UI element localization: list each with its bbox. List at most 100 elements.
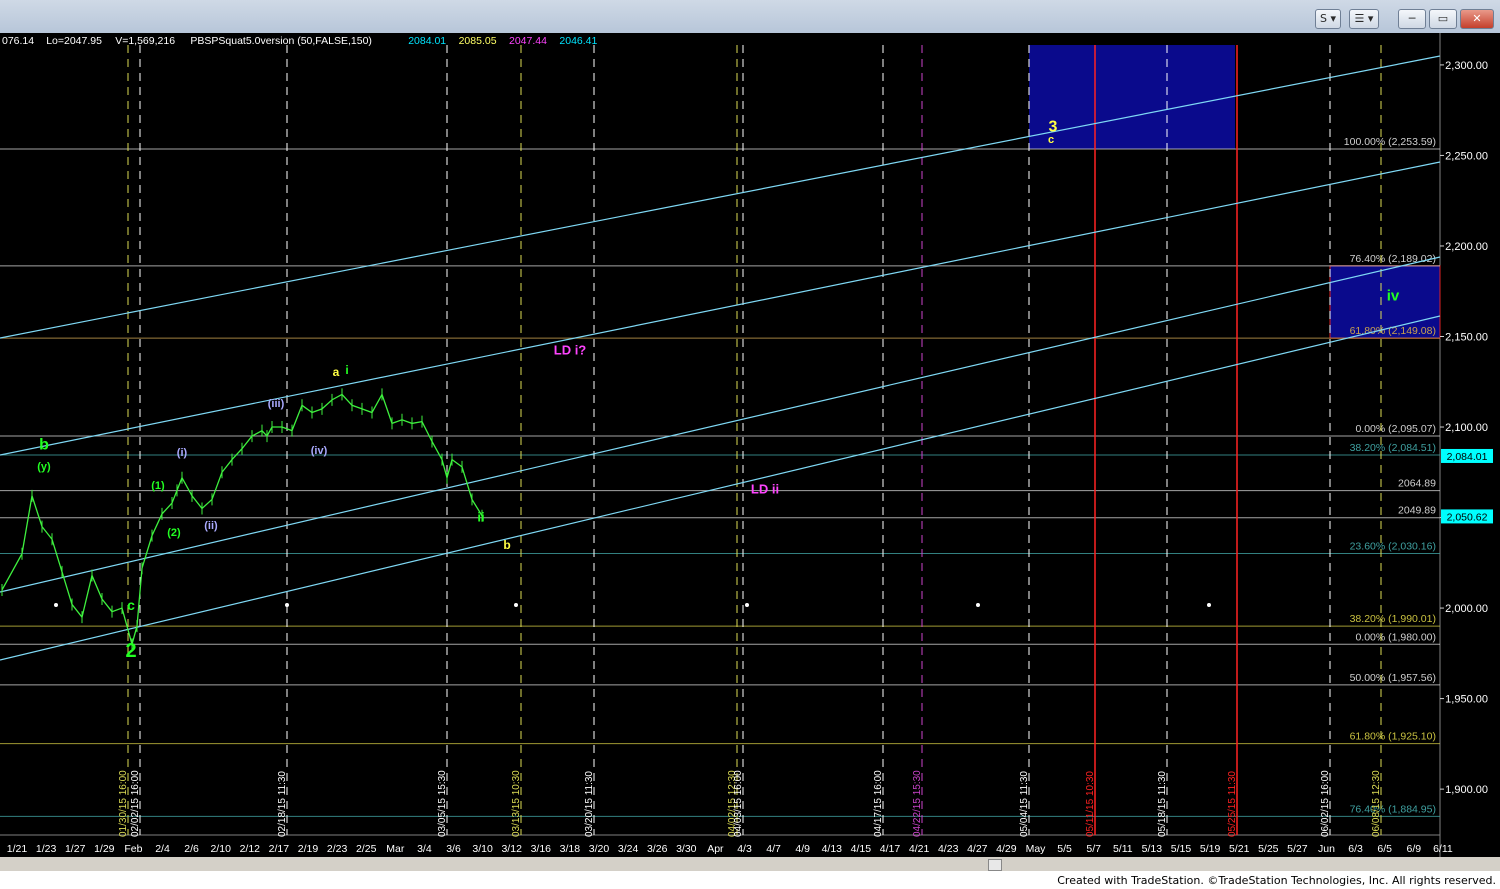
time-dot (514, 603, 518, 607)
x-tick-label: 2/10 (210, 843, 231, 855)
wave-label: LD ii (751, 482, 779, 497)
x-tick-label: 2/19 (298, 843, 319, 855)
x-tick-label: 5/7 (1086, 843, 1101, 855)
interval-button[interactable]: ☰ ▾ (1349, 9, 1379, 29)
x-tick-label: May (1026, 843, 1047, 855)
trend-channel-line (0, 55, 1441, 339)
x-tick-label: 6/11 (1433, 843, 1453, 855)
x-tick-label: 4/15 (851, 843, 872, 855)
x-tick-label: 3/10 (472, 843, 493, 855)
wave-label: 2 (125, 640, 136, 662)
wave-label: (y) (37, 461, 51, 473)
wave-label: LD i? (554, 343, 587, 358)
time-dot (285, 603, 289, 607)
header-value: PBSPSquat5.0version (50,FALSE,150) (190, 35, 372, 47)
horizontal-scrollbar[interactable] (0, 857, 1500, 871)
x-tick-label: 4/29 (996, 843, 1017, 855)
time-marker-label: 06/02/15 16:00 (1320, 770, 1331, 837)
wave-label: i (345, 363, 348, 377)
x-tick-label: 4/3 (737, 843, 752, 855)
x-tick-label: 2/4 (155, 843, 170, 855)
wave-label: (2) (167, 527, 181, 539)
x-tick-label: 3/20 (589, 843, 610, 855)
price-chart[interactable]: 100.00% (2,253.59) 76.40% (2,189.02) 61.80… (0, 33, 1500, 871)
time-marker-label: 03/13/15 10:30 (511, 770, 522, 837)
x-tick-label: 4/7 (766, 843, 781, 855)
x-tick-label: 3/18 (560, 843, 581, 855)
time-marker-label: 05/11/15 10:30 (1085, 771, 1096, 837)
price-badge-label: 2,050.62 (1447, 511, 1488, 523)
x-tick-label: 6/3 (1348, 843, 1363, 855)
x-tick-label: 1/27 (65, 843, 86, 855)
header-value: 2085.05 (459, 35, 497, 47)
fib-level-label: 38.20% (2,084.51) (1350, 442, 1436, 454)
y-tick-label: 2,100.00 (1445, 422, 1488, 434)
time-dot (976, 603, 980, 607)
credit-text: Created with TradeStation. ©TradeStation… (1057, 874, 1496, 887)
wave-3-target-box (1029, 45, 1235, 149)
wave-label: (i) (177, 447, 188, 459)
x-tick-label: 1/23 (36, 843, 57, 855)
y-tick-label: 2,250.00 (1445, 150, 1488, 162)
x-tick-label: 3/24 (618, 843, 639, 855)
time-marker-label: 04/22/15 15:30 (912, 770, 923, 837)
scrollbar-thumb[interactable] (988, 859, 1002, 871)
time-dot (745, 603, 749, 607)
fib-level-label: 38.20% (1,990.01) (1350, 613, 1436, 625)
x-tick-label: 4/23 (938, 843, 959, 855)
x-tick-label: 3/12 (501, 843, 522, 855)
y-tick-label: 1,900.00 (1445, 784, 1488, 796)
x-tick-label: 2/12 (240, 843, 261, 855)
x-tick-label: 5/11 (1113, 843, 1133, 855)
time-marker-label: 03/20/15 11:30 (584, 771, 595, 837)
wave-label: b (39, 437, 49, 454)
x-tick-label: 1/21 (7, 843, 28, 855)
trend-channel-line (0, 161, 1441, 456)
x-tick-label: 4/9 (795, 843, 810, 855)
y-tick-label: 1,950.00 (1445, 694, 1488, 706)
x-tick-label: 4/13 (822, 843, 843, 855)
wave-label: ii (477, 510, 484, 525)
x-tick-label: 6/5 (1377, 843, 1392, 855)
x-tick-label: Mar (386, 843, 405, 855)
window-titlebar: S ▾ ☰ ▾ ─ ▭ ✕ (0, 0, 1500, 33)
y-tick-label: 2,000.00 (1445, 603, 1488, 615)
x-tick-label: 5/25 (1258, 843, 1279, 855)
x-tick-label: 1/29 (94, 843, 115, 855)
fib-level-label: 23.60% (2,030.16) (1350, 540, 1436, 552)
time-marker-label: 04/03/15 16:00 (733, 770, 744, 837)
minimize-button[interactable]: ─ (1398, 9, 1426, 29)
fib-level-label: 0.00% (1,980.00) (1355, 631, 1436, 643)
time-marker-label: 05/18/15 11:30 (1157, 771, 1168, 837)
wave-label: (iii) (268, 398, 285, 410)
symbol-button[interactable]: S ▾ (1315, 9, 1341, 29)
maximize-button[interactable]: ▭ (1429, 9, 1457, 29)
fib-level-label: 0.00% (2,095.07) (1355, 423, 1436, 435)
time-marker-label: 05/25/15 11:30 (1227, 771, 1238, 837)
x-tick-label: 2/25 (356, 843, 377, 855)
time-marker-label: 02/18/15 11:30 (277, 771, 288, 837)
chart-canvas: 100.00% (2,253.59) 76.40% (2,189.02) 61.80… (0, 33, 1493, 871)
wave-label: c (127, 597, 135, 613)
x-tick-label: 4/21 (909, 843, 930, 855)
wave-label: b (503, 538, 510, 552)
time-marker-label: 06/08/15 12:30 (1371, 770, 1382, 837)
time-marker-label: 01/30/15 16:00 (118, 770, 129, 837)
fib-level-label: 100.00% (2,253.59) (1344, 136, 1436, 148)
footer: Created with TradeStation. ©TradeStation… (0, 871, 1500, 889)
header-value: 2046.41 (559, 35, 597, 47)
time-dot (1207, 603, 1211, 607)
header-value: 076.14 (2, 35, 34, 47)
x-tick-label: 5/5 (1057, 843, 1072, 855)
wave-label: (1) (151, 480, 165, 492)
x-tick-label: 3/4 (417, 843, 432, 855)
header-value: 2084.01 (408, 35, 446, 47)
y-tick-label: 2,150.00 (1445, 331, 1488, 343)
close-button[interactable]: ✕ (1460, 9, 1494, 29)
x-tick-label: 5/21 (1229, 843, 1250, 855)
price-badge-label: 2,084.01 (1447, 451, 1488, 463)
trend-channel-line (0, 256, 1441, 593)
fib-level-label: 76.40% (1,884.95) (1350, 803, 1436, 815)
fib-level-label: 61.80% (1,925.10) (1350, 731, 1436, 743)
x-tick-label: 2/23 (327, 843, 348, 855)
